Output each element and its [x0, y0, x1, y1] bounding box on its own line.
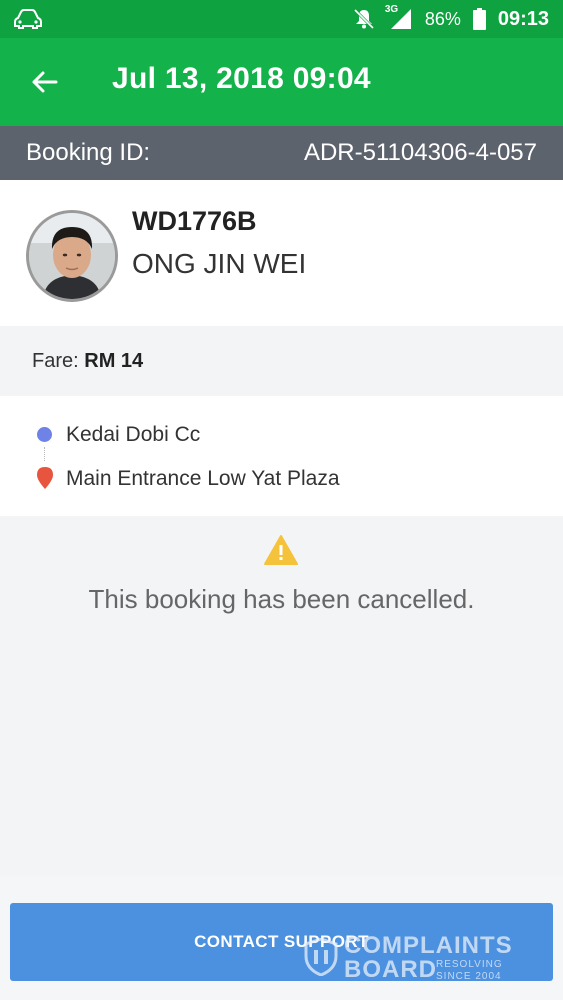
- mute-icon: [353, 8, 374, 30]
- watermark-tagline2: SINCE 2004: [436, 971, 502, 982]
- pickup-dot-icon: [37, 427, 52, 442]
- battery-icon: [472, 8, 486, 30]
- watermark-line2: BOARD: [344, 956, 437, 983]
- battery-percent: 86%: [424, 8, 461, 29]
- booking-id-bar: Booking ID: ADR-51104306-4-057: [0, 126, 563, 180]
- car-icon: [14, 9, 42, 29]
- signal-icon: 3G: [385, 4, 413, 31]
- driver-avatar: [26, 210, 118, 302]
- map-pin-icon: [37, 467, 53, 489]
- driver-card: WD1776B ONG JIN WEI: [0, 180, 563, 326]
- cancellation-message: This booking has been cancelled.: [88, 584, 475, 614]
- route-connector: [44, 447, 45, 461]
- warning-icon: [264, 535, 298, 565]
- page-title: Jul 13, 2018 09:04: [112, 62, 371, 95]
- vehicle-plate: WD1776B: [132, 206, 257, 236]
- driver-name: ONG JIN WEI: [132, 248, 307, 279]
- dropoff-location: Main Entrance Low Yat Plaza: [66, 467, 340, 490]
- app-bar: Jul 13, 2018 09:04: [0, 38, 563, 126]
- booking-id-label: Booking ID:: [26, 139, 151, 166]
- shield-logo-icon: [304, 938, 338, 976]
- route-card: Kedai Dobi Cc Main Entrance Low Yat Plaz…: [0, 396, 563, 516]
- fare-row: Fare: RM 14: [0, 326, 563, 396]
- watermark: COMPLAINTS BOARD RESOLVING SINCE 2004: [300, 932, 520, 983]
- arrow-left-icon[interactable]: [28, 66, 60, 98]
- pickup-location: Kedai Dobi Cc: [66, 423, 201, 446]
- clock: 09:13: [497, 7, 549, 30]
- watermark-tagline1: RESOLVING: [436, 959, 503, 970]
- fare-amount: RM 14: [84, 350, 144, 372]
- status-bar: 3G 86% 09:13: [0, 0, 563, 38]
- fare-label: Fare:: [32, 350, 79, 372]
- cancellation-notice: This booking has been cancelled.: [0, 516, 563, 876]
- booking-id-value: ADR-51104306-4-057: [303, 139, 537, 166]
- footer: CONTACT SUPPORT COMPLAINTS BOARD RESOLVI…: [0, 876, 563, 1000]
